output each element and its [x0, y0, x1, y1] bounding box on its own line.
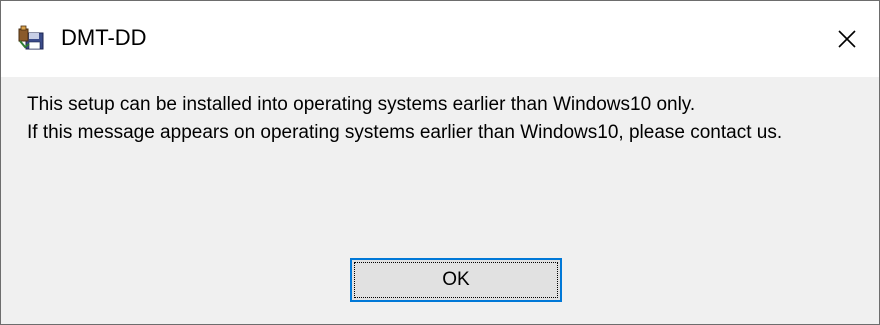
- close-button[interactable]: [815, 1, 879, 77]
- close-icon: [837, 29, 857, 49]
- message-dialog: DMT-DD This setup can be installed into …: [0, 0, 880, 325]
- ok-button[interactable]: OK: [350, 258, 562, 302]
- message-line-2: If this message appears on operating sys…: [27, 122, 783, 143]
- ok-button-label: OK: [442, 269, 470, 290]
- window-title: DMT-DD: [61, 25, 147, 50]
- ok-button-focus-rect: OK: [354, 262, 558, 298]
- title-bar[interactable]: DMT-DD: [1, 1, 879, 77]
- installer-icon: [17, 23, 45, 51]
- message-line-1: This setup can be installed into operati…: [27, 94, 696, 115]
- message-text: This setup can be installed into operati…: [27, 91, 782, 147]
- dialog-content: This setup can be installed into operati…: [1, 77, 879, 324]
